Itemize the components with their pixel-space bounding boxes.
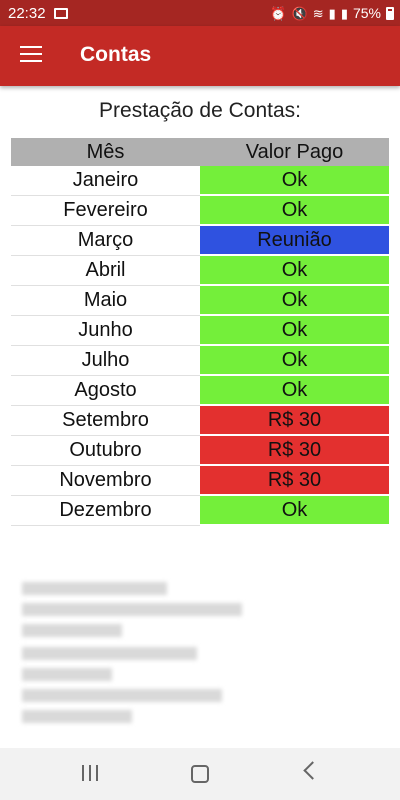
payment-status-cell: R$ 30 [200,465,389,496]
month-cell: Abril [11,255,200,286]
image-icon [53,7,68,19]
month-cell: Janeiro [11,166,200,196]
table-row: Setembro R$ 30 [11,405,389,436]
mute-icon: 🔇 [291,5,308,21]
month-cell: Setembro [11,405,200,436]
table-row: Março Reunião [11,225,389,256]
alarm-icon: ⏰ [270,5,287,21]
table-row: Dezembro Ok [11,495,389,526]
blurred-text-block [22,582,247,727]
payment-status-cell: Ok [200,166,389,196]
column-header-value: Valor Pago [200,138,389,166]
payment-status-cell: Reunião [200,225,389,256]
payment-status-cell: R$ 30 [200,405,389,436]
month-cell: Outubro [11,435,200,466]
accounts-table: Mês Valor Pago Janeiro Ok Fevereiro Ok Março… [11,138,389,526]
table-row: Agosto Ok [11,375,389,406]
signal-icon: ▮ [340,5,348,21]
payment-status-cell: Ok [200,345,389,376]
battery-percent: 75% [352,5,381,21]
month-cell: Junho [11,315,200,346]
app-title: Contas [80,43,152,66]
payment-status-cell: Ok [200,375,389,406]
month-cell: Novembro [11,465,200,496]
payment-status-cell: R$ 30 [200,435,389,466]
home-icon[interactable] [191,765,209,783]
table-row: Novembro R$ 30 [11,465,389,496]
battery-icon [386,6,394,20]
hamburger-menu-icon[interactable] [20,46,42,64]
month-cell: Agosto [11,375,200,406]
table-row: Janeiro Ok [11,166,389,196]
table-header-row: Mês Valor Pago [11,138,389,166]
table-row: Outubro R$ 30 [11,435,389,466]
page-heading: Prestação de Contas: [99,99,301,122]
navigation-bar [0,748,400,800]
table-row: Abril Ok [11,255,389,286]
table-row: Julho Ok [11,345,389,376]
payment-status-cell: Ok [200,495,389,526]
table-row: Maio Ok [11,285,389,316]
wifi-icon: ≋ [312,5,324,21]
status-time: 22:32 [8,4,46,22]
table-row: Fevereiro Ok [11,195,389,226]
payment-status-cell: Ok [200,195,389,226]
month-cell: Dezembro [11,495,200,526]
app-bar: Contas [0,26,400,86]
back-icon[interactable] [303,761,322,780]
payment-status-cell: Ok [200,285,389,316]
payment-status-cell: Ok [200,255,389,286]
signal-icon: ▮ [328,5,336,21]
status-bar: 22:32 ⏰ 🔇 ≋ ▮ ▮ 75% [0,0,400,26]
month-cell: Maio [11,285,200,316]
recent-apps-icon[interactable] [82,765,98,781]
month-cell: Julho [11,345,200,376]
table-row: Junho Ok [11,315,389,346]
payment-status-cell: Ok [200,315,389,346]
column-header-month: Mês [11,138,200,166]
month-cell: Fevereiro [11,195,200,226]
month-cell: Março [11,225,200,256]
